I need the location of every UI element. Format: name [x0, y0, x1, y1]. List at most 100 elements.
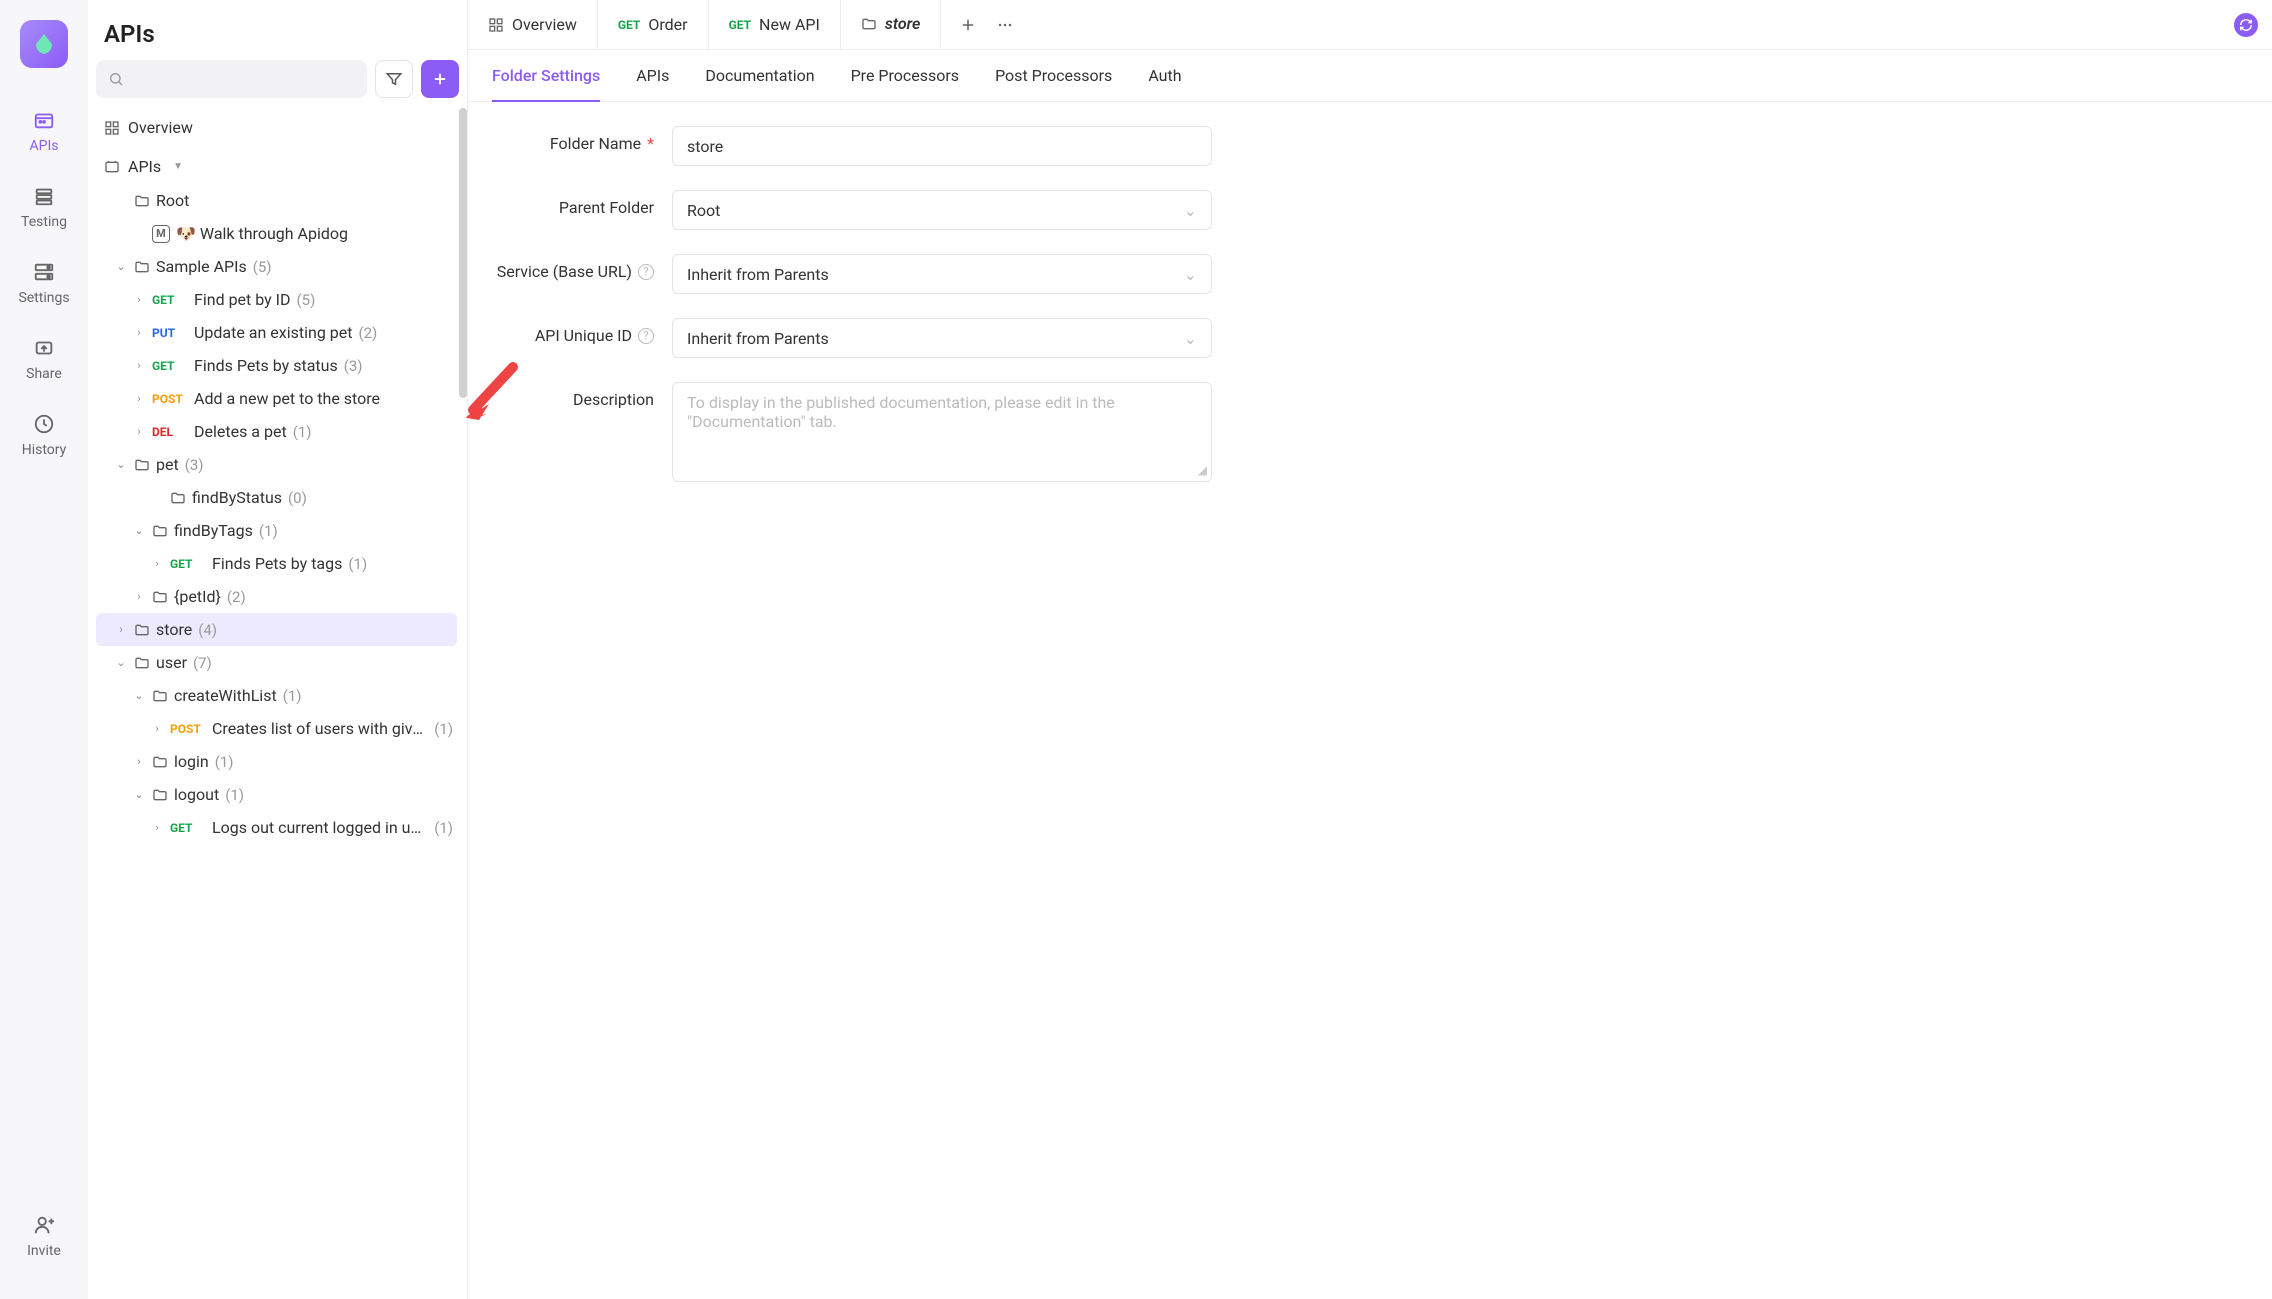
testing-icon	[32, 184, 56, 208]
tree-petid[interactable]: › {petId} (2)	[96, 580, 457, 613]
rail-settings[interactable]: Settings	[0, 250, 88, 316]
chevron-right-icon: ›	[132, 755, 146, 769]
folder-icon	[170, 490, 186, 506]
tree-findbytags-child[interactable]: › GET Finds Pets by tags (1)	[96, 547, 457, 580]
resize-grip-icon[interactable]: ◢	[1198, 463, 1207, 477]
subtab-documentation[interactable]: Documentation	[705, 50, 814, 101]
share-icon	[32, 336, 56, 360]
subtab-folder-settings[interactable]: Folder Settings	[492, 50, 600, 101]
tabs-bar: Overview GET Order GET New API store	[468, 0, 2272, 50]
api-unique-id-label: API Unique ID?	[492, 318, 672, 345]
chevron-down-icon: ⌄	[1184, 329, 1197, 348]
subtab-post-processors[interactable]: Post Processors	[995, 50, 1112, 101]
tree-sample-child[interactable]: › GET Finds Pets by status (3)	[96, 349, 457, 382]
apis-head-icon	[104, 159, 120, 175]
rail-invite-label: Invite	[27, 1243, 61, 1259]
subtab-pre-processors[interactable]: Pre Processors	[851, 50, 959, 101]
chevron-right-icon: ›	[150, 557, 164, 571]
tree-area[interactable]: Overview APIs ▼ Root M 🐶 Walk through Ap…	[88, 106, 467, 1299]
tree-store[interactable]: › store (4)	[96, 613, 457, 646]
tab-overview[interactable]: Overview	[468, 0, 598, 49]
plus-icon	[431, 70, 449, 88]
chevron-down-icon: ⌄	[132, 788, 146, 802]
new-tab-button[interactable]	[959, 16, 977, 34]
rail-share-label: Share	[26, 366, 62, 382]
chevron-down-icon: ⌄	[1184, 201, 1197, 220]
description-textarea[interactable]: To display in the published documentatio…	[672, 382, 1212, 482]
chevron-right-icon: ›	[132, 326, 146, 340]
tree-root-label: Root	[156, 191, 189, 210]
tree-overview-label: Overview	[128, 118, 193, 137]
subtab-auth[interactable]: Auth	[1148, 50, 1181, 101]
tree-user[interactable]: ⌄ user (7)	[96, 646, 457, 679]
tree-sample-child[interactable]: › PUT Update an existing pet (2)	[96, 316, 457, 349]
tree-apis-label: APIs	[128, 157, 161, 176]
tree-sample-count: (5)	[253, 258, 272, 276]
tree-sample-child[interactable]: › DEL Deletes a pet (1)	[96, 415, 457, 448]
overview-icon	[104, 120, 120, 136]
markdown-icon: M	[152, 225, 170, 243]
chevron-right-icon: ›	[150, 821, 164, 835]
tree-sample-child[interactable]: › GET Find pet by ID (5)	[96, 283, 457, 316]
overview-icon	[488, 17, 504, 33]
tab-new-api[interactable]: GET New API	[709, 0, 841, 49]
tree-sample-child[interactable]: › POST Add a new pet to the store	[96, 382, 457, 415]
api-unique-id-select[interactable]: Inherit from Parents ⌄	[672, 318, 1212, 358]
tree-login[interactable]: › login (1)	[96, 745, 457, 778]
parent-folder-label: Parent Folder	[492, 190, 672, 217]
description-label: Description	[492, 382, 672, 409]
history-icon	[32, 412, 56, 436]
app-logo[interactable]	[20, 20, 68, 68]
tree-createwithlist-child[interactable]: › POST Creates list of users with given …	[96, 712, 457, 745]
search-input[interactable]	[96, 60, 367, 98]
rail-apis-label: APIs	[30, 138, 59, 154]
folder-icon	[134, 193, 150, 209]
chevron-right-icon: ›	[150, 722, 164, 736]
help-icon[interactable]: ?	[638, 328, 654, 344]
chevron-down-icon: ⌄	[132, 524, 146, 538]
filter-icon	[385, 70, 403, 88]
tree-createwithlist[interactable]: ⌄ createWithList (1)	[96, 679, 457, 712]
tree-logout[interactable]: ⌄ logout (1)	[96, 778, 457, 811]
add-button[interactable]	[421, 60, 459, 98]
sync-button[interactable]	[2234, 13, 2258, 37]
tree-findbystatus[interactable]: findByStatus (0)	[96, 481, 457, 514]
chevron-right-icon: ›	[114, 623, 128, 637]
tree-apis-head[interactable]: APIs ▼	[96, 149, 457, 184]
more-tabs-button[interactable]	[995, 15, 1015, 35]
rail-invite[interactable]: Invite	[0, 1203, 88, 1269]
tree-root[interactable]: Root	[96, 184, 457, 217]
scrollbar[interactable]	[459, 108, 467, 398]
rail-testing[interactable]: Testing	[0, 174, 88, 240]
folder-name-input[interactable]: store	[672, 126, 1212, 166]
rail-history[interactable]: History	[0, 402, 88, 468]
tree-walk[interactable]: M 🐶 Walk through Apidog	[96, 217, 457, 250]
folder-icon	[152, 589, 168, 605]
tree-logout-child[interactable]: › GET Logs out current logged in user...…	[96, 811, 457, 844]
rail-share[interactable]: Share	[0, 326, 88, 392]
service-select[interactable]: Inherit from Parents ⌄	[672, 254, 1212, 294]
help-icon[interactable]: ?	[638, 264, 654, 280]
tab-store[interactable]: store	[841, 0, 942, 49]
apis-icon	[32, 108, 56, 132]
settings-icon	[32, 260, 56, 284]
service-label: Service (Base URL)?	[492, 254, 672, 281]
tree-findbytags[interactable]: ⌄ findByTags (1)	[96, 514, 457, 547]
chevron-right-icon: ›	[132, 293, 146, 307]
tree-sample-apis[interactable]: ⌄ Sample APIs (5)	[96, 250, 457, 283]
left-rail: APIs Testing Settings Share History Invi…	[0, 0, 88, 1299]
chevron-down-icon: ⌄	[114, 260, 128, 274]
chevron-right-icon: ›	[132, 590, 146, 604]
rail-settings-label: Settings	[18, 290, 69, 306]
tree-overview[interactable]: Overview	[96, 110, 457, 145]
subtabs: Folder Settings APIs Documentation Pre P…	[468, 50, 2272, 102]
rail-apis[interactable]: APIs	[0, 98, 88, 164]
subtab-apis[interactable]: APIs	[636, 50, 669, 101]
folder-icon	[134, 259, 150, 275]
filter-button[interactable]	[375, 60, 413, 98]
folder-name-label: Folder Name*	[492, 126, 672, 153]
refresh-icon	[2239, 18, 2253, 32]
parent-folder-select[interactable]: Root ⌄	[672, 190, 1212, 230]
tree-pet[interactable]: ⌄ pet (3)	[96, 448, 457, 481]
tab-order[interactable]: GET Order	[598, 0, 709, 49]
